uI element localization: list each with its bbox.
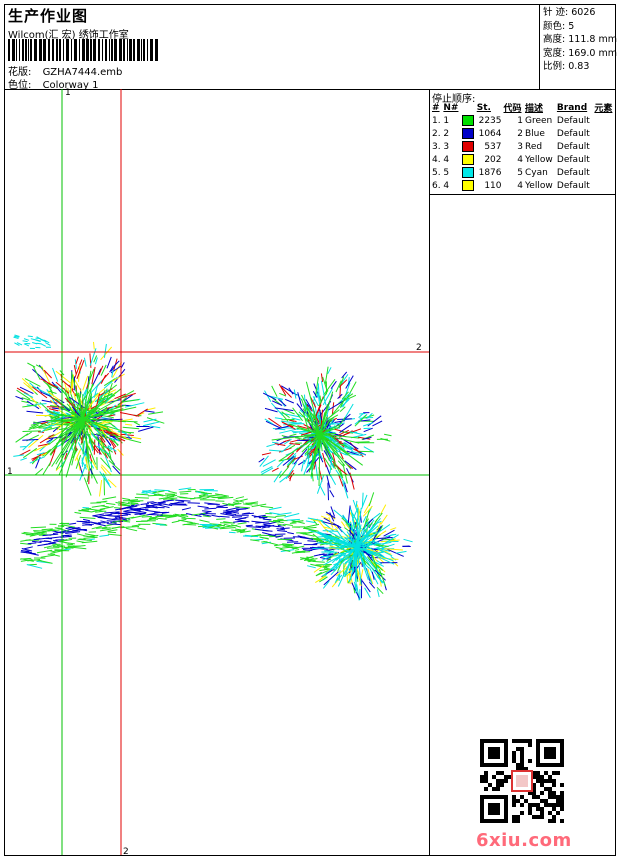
stop-sequence-table: # N# St. 代码 描述 Brand 元素 1. 1 2235 1 Green Def… <box>431 101 615 192</box>
row-brand: Default <box>556 154 590 165</box>
row-stitches: 1876 <box>478 167 502 178</box>
canvas-divider <box>429 89 430 855</box>
row-index: 5. <box>432 167 441 178</box>
color-swatch <box>461 167 474 178</box>
row-code: 4 <box>517 180 523 191</box>
row-brand: Default <box>556 115 590 126</box>
row-code: 5 <box>517 167 523 178</box>
color-swatch <box>461 115 474 126</box>
row-needle: 4 <box>443 154 450 165</box>
row-code: 3 <box>517 141 523 152</box>
col-index: # <box>432 102 440 113</box>
stat-scale: 比例: 0.83 <box>543 61 590 72</box>
row-swatch <box>461 166 476 179</box>
row-swatch <box>461 179 476 192</box>
axis-label-v1: 1 <box>65 88 71 98</box>
table-row: 3. 3 537 3 Red Default <box>431 140 615 153</box>
stat-width: 宽度: 169.0 mm <box>543 47 617 59</box>
row-code: 1 <box>517 115 523 126</box>
qr-code-icon <box>480 739 564 823</box>
table-header-row: # N# St. 代码 描述 Brand 元素 <box>431 101 615 115</box>
page-title: 生产作业图 <box>8 7 89 25</box>
stat-height: 高度: 111.8 mm <box>543 34 617 45</box>
table-row: 4. 4 202 4 Yellow Default <box>431 153 615 166</box>
row-desc: Yellow <box>525 154 553 165</box>
row-index: 3. <box>432 141 441 152</box>
row-needle: 2 <box>443 128 450 139</box>
row-code: 2 <box>517 128 523 139</box>
row-desc: Cyan <box>525 167 548 178</box>
col-desc: 描述 <box>525 104 544 114</box>
table-row: 2. 2 1064 2 Blue Default <box>431 127 615 140</box>
row-element <box>593 166 615 179</box>
table-row: 5. 5 1876 5 Cyan Default <box>431 166 615 179</box>
row-swatch <box>461 114 476 127</box>
row-element <box>593 127 615 140</box>
col-needle: N# <box>443 102 459 113</box>
row-index: 6. <box>432 180 441 191</box>
color-swatch <box>461 154 474 165</box>
col-code: 代码 <box>503 104 522 114</box>
col-element: 元素 <box>594 104 613 114</box>
embroidery-canvas <box>5 89 429 855</box>
row-desc: Yellow <box>525 180 553 191</box>
row-desc: Green <box>525 115 553 126</box>
row-brand: Default <box>556 128 590 139</box>
watermark-logo: 6xiu.com <box>476 830 572 851</box>
stats-panel: 针 迹: 6026 颜色: 5 高度: 111.8 mm 宽度: 169.0 m… <box>539 5 617 89</box>
row-stitches: 202 <box>484 154 502 165</box>
row-element <box>593 179 615 192</box>
stat-colors: 颜色: 5 <box>543 20 575 32</box>
axis-label-v2: 2 <box>123 847 129 857</box>
barcode-icon <box>8 39 158 61</box>
color-swatch <box>461 180 474 191</box>
row-needle: 5 <box>443 167 450 178</box>
row-stitches: 110 <box>484 180 502 191</box>
header-info: 生产作业图 Wilcom(汇 宏) 绣饰工作室 花版: GZHA7444.emb… <box>5 5 539 91</box>
row-stitches: 1064 <box>478 128 502 139</box>
row-needle: 3 <box>443 141 450 152</box>
row-brand: Default <box>556 167 590 178</box>
color-swatch <box>461 128 474 139</box>
row-index: 4. <box>432 154 441 165</box>
axis-label-h2: 2 <box>416 343 422 353</box>
row-index: 2. <box>432 128 441 139</box>
row-swatch <box>461 140 476 153</box>
row-index: 1. <box>432 115 441 126</box>
row-desc: Blue <box>525 128 545 139</box>
row-element <box>593 153 615 166</box>
axis-label-h1: 1 <box>7 467 13 477</box>
row-element <box>593 140 615 153</box>
table-row: 1. 1 2235 1 Green Default <box>431 114 615 127</box>
row-needle: 1 <box>443 115 450 126</box>
row-swatch <box>461 127 476 140</box>
row-swatch <box>461 153 476 166</box>
table-divider <box>429 194 615 195</box>
row-needle: 4 <box>443 180 450 191</box>
row-stitches: 2235 <box>478 115 502 126</box>
row-brand: Default <box>556 180 590 191</box>
row-desc: Red <box>525 141 543 152</box>
table-row: 6. 4 110 4 Yellow Default <box>431 179 615 192</box>
row-code: 4 <box>517 154 523 165</box>
row-stitches: 537 <box>484 141 502 152</box>
col-stitches: St. <box>476 102 491 113</box>
stat-stitches: 针 迹: 6026 <box>543 7 596 18</box>
color-swatch <box>461 141 474 152</box>
row-element <box>593 114 615 127</box>
col-swatch <box>461 101 476 114</box>
col-brand: Brand <box>556 102 588 113</box>
row-brand: Default <box>556 141 590 152</box>
